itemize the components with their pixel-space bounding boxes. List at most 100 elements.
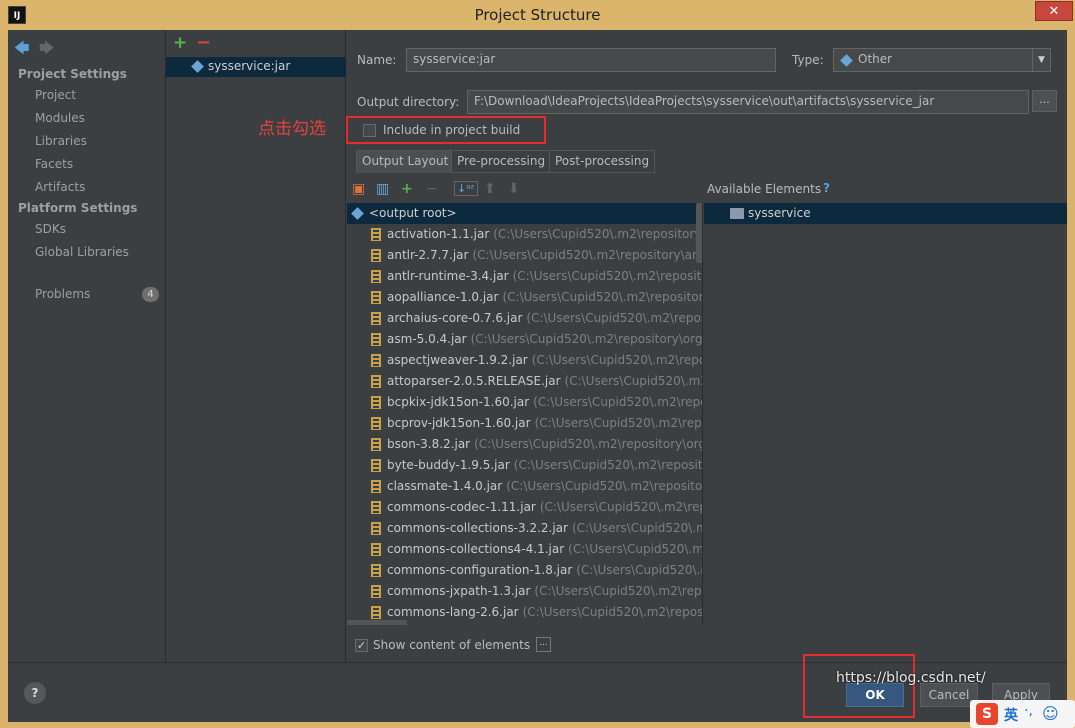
archive-icon[interactable]: ▥ bbox=[376, 181, 389, 197]
move-down-icon[interactable]: ⬇ bbox=[508, 181, 520, 197]
name-input[interactable]: sysservice:jar bbox=[406, 48, 776, 72]
tab-output-layout[interactable]: Output Layout bbox=[356, 150, 455, 173]
jar-icon bbox=[371, 375, 381, 388]
jar-list-item[interactable]: commons-jxpath-1.3.jar (C:\Users\Cupid520… bbox=[347, 581, 702, 602]
output-layout-tree: <output root> activation-1.1.jar (C:\User… bbox=[347, 203, 703, 625]
new-folder-icon[interactable]: ▣ bbox=[352, 181, 365, 197]
jar-label: asm-5.0.4.jar (C:\Users\Cupid520\.m2\repo… bbox=[387, 332, 702, 346]
window-title: Project Structure bbox=[474, 6, 601, 24]
jar-path: (C:\Users\Cupid520\.m2\repo bbox=[534, 416, 703, 430]
jar-list-item[interactable]: asm-5.0.4.jar (C:\Users\Cupid520\.m2\repo… bbox=[347, 329, 702, 350]
sort-icon[interactable]: ↓ᵃᶻ bbox=[454, 181, 478, 196]
jar-icon bbox=[371, 606, 381, 619]
jar-label: bson-3.8.2.jar (C:\Users\Cupid520\.m2\rep… bbox=[387, 437, 703, 451]
jar-label: commons-configuration-1.8.jar (C:\Users\C… bbox=[387, 563, 702, 577]
help-button[interactable]: ? bbox=[24, 682, 46, 704]
browse-button[interactable]: ... bbox=[1032, 90, 1057, 112]
tab-pre-processing[interactable]: Pre-processing bbox=[451, 150, 552, 173]
jar-name: commons-collections4-4.1.jar bbox=[387, 542, 565, 556]
jar-list-item[interactable]: commons-collections4-4.1.jar (C:\Users\Cu… bbox=[347, 539, 702, 560]
jar-path: (C:\Users\Cupid520\.m2\repository\ bbox=[506, 479, 703, 493]
module-folder-icon bbox=[730, 208, 744, 219]
nav-item-libraries[interactable]: Libraries bbox=[35, 134, 87, 148]
annotation-text: 点击勾选 bbox=[258, 119, 326, 139]
jar-list-item[interactable]: aopalliance-1.0.jar (C:\Users\Cupid520\.m… bbox=[347, 287, 703, 308]
close-window-button[interactable]: ✕ bbox=[1035, 1, 1073, 21]
jar-list-item[interactable]: attoparser-2.0.5.RELEASE.jar (C:\Users\Cu… bbox=[347, 371, 703, 392]
jar-path: (C:\Users\Cupid520\.m2\repository\ bbox=[502, 290, 703, 304]
jar-list-item[interactable]: byte-buddy-1.9.5.jar (C:\Users\Cupid520\.… bbox=[347, 455, 702, 476]
show-content-label[interactable]: Show content of elements bbox=[373, 638, 530, 652]
jar-name: asm-5.0.4.jar bbox=[387, 332, 467, 346]
remove-artifact-button[interactable]: − bbox=[196, 32, 211, 53]
jar-list-item[interactable]: antlr-runtime-3.4.jar (C:\Users\Cupid520\… bbox=[347, 266, 702, 287]
nav-item-sdks[interactable]: SDKs bbox=[35, 222, 66, 236]
ok-button[interactable]: OK bbox=[846, 683, 904, 707]
jar-icon bbox=[371, 396, 381, 409]
jar-list-item[interactable]: classmate-1.4.0.jar (C:\Users\Cupid520\.m… bbox=[347, 476, 703, 497]
jar-label: antlr-2.7.7.jar (C:\Users\Cupid520\.m2\re… bbox=[387, 248, 702, 262]
jar-icon bbox=[371, 501, 381, 514]
help-icon[interactable]: ? bbox=[823, 181, 830, 195]
nav-item-global-libraries[interactable]: Global Libraries bbox=[35, 245, 129, 259]
jar-name: bcprov-jdk15on-1.60.jar bbox=[387, 416, 531, 430]
available-element-item[interactable]: sysservice bbox=[704, 203, 1067, 224]
move-up-icon[interactable]: ⬆ bbox=[484, 181, 496, 197]
include-in-build-checkbox[interactable] bbox=[363, 124, 376, 137]
nav-item-project[interactable]: Project bbox=[35, 88, 76, 102]
show-content-options-button[interactable]: ... bbox=[536, 637, 551, 652]
ime-language-toggle[interactable]: 英 bbox=[1004, 705, 1018, 725]
add-artifact-button[interactable]: + bbox=[173, 33, 187, 53]
jar-name: antlr-2.7.7.jar bbox=[387, 248, 469, 262]
sogou-ime-icon[interactable]: S bbox=[976, 703, 998, 725]
nav-item-artifacts[interactable]: Artifacts bbox=[35, 180, 85, 194]
available-element-label: sysservice bbox=[748, 206, 811, 220]
jar-name: activation-1.1.jar bbox=[387, 227, 490, 241]
type-dropdown[interactable]: Other ▼ bbox=[833, 48, 1051, 72]
arrow-left-icon[interactable]: 🡄 bbox=[14, 38, 30, 63]
jar-path: (C:\Users\Cupid520\.m2\r bbox=[564, 374, 703, 388]
jar-name: classmate-1.4.0.jar bbox=[387, 479, 503, 493]
artifact-list-item[interactable]: sysservice:jar bbox=[166, 57, 346, 77]
tab-post-processing[interactable]: Post-processing bbox=[549, 150, 656, 173]
jar-label: byte-buddy-1.9.5.jar (C:\Users\Cupid520\.… bbox=[387, 458, 702, 472]
ime-emoji-icon[interactable]: ☺ bbox=[1042, 704, 1059, 723]
jar-list-item[interactable]: aspectjweaver-1.9.2.jar (C:\Users\Cupid52… bbox=[347, 350, 702, 371]
jar-path: (C:\Users\Cupid520\.m2\repo bbox=[539, 500, 703, 514]
type-label: Type: bbox=[792, 53, 824, 67]
tree-root-node[interactable]: <output root> bbox=[347, 203, 702, 224]
jar-list-item[interactable]: activation-1.1.jar (C:\Users\Cupid520\.m2… bbox=[347, 224, 702, 245]
jar-list-item[interactable]: commons-collections-3.2.2.jar (C:\Users\C… bbox=[347, 518, 702, 539]
available-elements-panel: sysservice bbox=[704, 203, 1067, 625]
horizontal-scrollbar[interactable] bbox=[347, 620, 407, 625]
add-icon[interactable]: + bbox=[401, 181, 413, 197]
nav-section-platform-settings: Platform Settings bbox=[18, 201, 138, 215]
available-elements-label: Available Elements bbox=[707, 182, 822, 196]
jar-list-item[interactable]: bcpkix-jdk15on-1.60.jar (C:\Users\Cupid52… bbox=[347, 392, 702, 413]
remove-icon[interactable]: − bbox=[426, 181, 438, 197]
show-content-checkbox[interactable]: ✓ bbox=[355, 639, 368, 652]
ime-punctuation-toggle[interactable]: ·, bbox=[1024, 703, 1033, 719]
jar-list-item[interactable]: bcprov-jdk15on-1.60.jar (C:\Users\Cupid52… bbox=[347, 413, 703, 434]
jar-list-item[interactable]: commons-codec-1.11.jar (C:\Users\Cupid520… bbox=[347, 497, 703, 518]
nav-item-facets[interactable]: Facets bbox=[35, 157, 73, 171]
jar-list-item[interactable]: bson-3.8.2.jar (C:\Users\Cupid520\.m2\rep… bbox=[347, 434, 703, 455]
include-in-build-label[interactable]: Include in project build bbox=[383, 123, 520, 137]
output-directory-input[interactable]: F:\Download\IdeaProjects\IdeaProjects\sy… bbox=[467, 90, 1029, 114]
jar-name: commons-codec-1.11.jar bbox=[387, 500, 536, 514]
jar-label: aspectjweaver-1.9.2.jar (C:\Users\Cupid52… bbox=[387, 353, 702, 367]
jar-list-item[interactable]: antlr-2.7.7.jar (C:\Users\Cupid520\.m2\re… bbox=[347, 245, 702, 266]
jar-icon bbox=[371, 291, 381, 304]
jar-icon bbox=[371, 585, 381, 598]
vertical-scrollbar[interactable] bbox=[696, 203, 702, 263]
window-frame: IJ Project Structure ✕ 🡄 🡆 Project Setti… bbox=[0, 0, 1075, 728]
jar-icon bbox=[371, 564, 381, 577]
arrow-right-icon[interactable]: 🡆 bbox=[39, 38, 55, 63]
jar-list-item[interactable]: archaius-core-0.7.6.jar (C:\Users\Cupid52… bbox=[347, 308, 702, 329]
nav-item-modules[interactable]: Modules bbox=[35, 111, 85, 125]
jar-path: (C:\Users\Cupid520\.m2\repository\org\ bbox=[474, 437, 703, 451]
dialog-client: 🡄 🡆 Project Settings Project Modules Lib… bbox=[8, 30, 1067, 722]
nav-item-problems[interactable]: Problems bbox=[35, 287, 90, 301]
jar-label: bcprov-jdk15on-1.60.jar (C:\Users\Cupid52… bbox=[387, 416, 703, 430]
jar-list-item[interactable]: commons-configuration-1.8.jar (C:\Users\C… bbox=[347, 560, 702, 581]
